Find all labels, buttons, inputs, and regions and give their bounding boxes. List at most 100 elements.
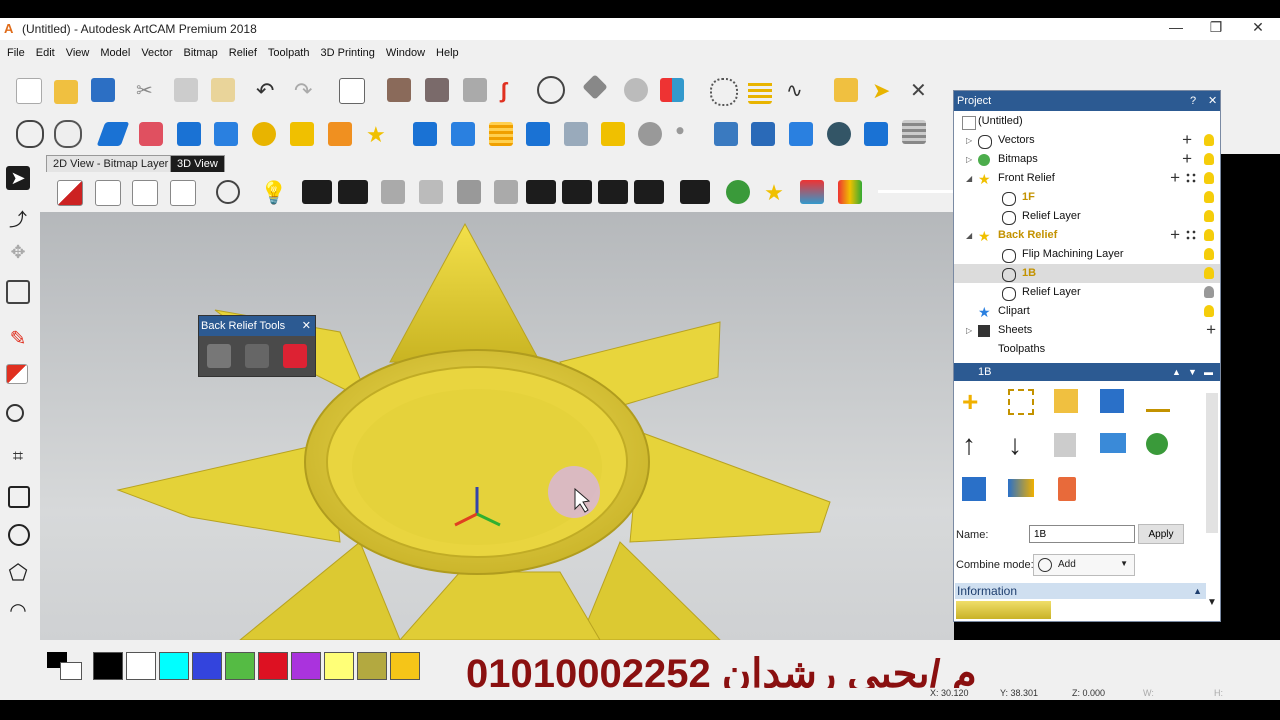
tab-3d-view[interactable]: 3D View (170, 155, 225, 172)
menu-edit[interactable]: Edit (29, 40, 59, 59)
visibility-bulb-icon[interactable] (1204, 210, 1214, 222)
apply-button[interactable]: Apply (1138, 524, 1184, 544)
save-icon[interactable] (91, 78, 115, 102)
menu-window[interactable]: Window (379, 40, 429, 59)
tree-item-toolpaths[interactable]: Toolpaths (954, 340, 1220, 359)
import-folder-icon[interactable] (834, 78, 858, 102)
pencil-icon[interactable]: ✎ (6, 326, 30, 350)
color-swatch[interactable] (324, 652, 354, 680)
paste-icon[interactable] (211, 78, 235, 102)
color-swatch[interactable] (192, 652, 222, 680)
relief-layers-icon[interactable] (751, 122, 775, 146)
select-arrow-icon[interactable]: ➤ (6, 166, 30, 190)
color-swatch[interactable] (357, 652, 387, 680)
color-palette-icon[interactable] (838, 180, 862, 204)
tree-item-bitmaps[interactable]: ▷ Bitmaps + (954, 149, 1220, 169)
arrow-icon[interactable]: ➤ (872, 78, 896, 103)
visibility-bulb-icon[interactable] (1204, 305, 1214, 317)
visibility-bulb-icon[interactable] (1204, 172, 1214, 184)
grid-icon[interactable] (1185, 229, 1197, 241)
relief-shell-icon[interactable] (714, 122, 738, 146)
relief-cylinder-icon[interactable] (638, 122, 662, 146)
star-vector-icon[interactable] (562, 180, 592, 204)
add-icon[interactable]: + (1206, 320, 1216, 339)
tree-item-1f[interactable]: 1F (954, 188, 1220, 207)
menu-relief[interactable]: Relief (222, 40, 261, 59)
layer-panel-scrollbar[interactable] (1206, 393, 1218, 533)
back-relief-tool-2-icon[interactable] (245, 344, 269, 368)
tree-item-flip-machining-layer[interactable]: Flip Machining Layer (954, 245, 1220, 264)
group-icon[interactable] (660, 78, 684, 102)
new-file-icon[interactable] (16, 78, 42, 104)
visibility-bulb-icon[interactable] (1204, 286, 1214, 298)
trim-icon[interactable]: ✕ (910, 78, 934, 102)
color-swatch[interactable] (93, 652, 123, 680)
gold-material-icon[interactable] (680, 180, 710, 204)
load-layer-icon[interactable] (1054, 389, 1078, 413)
color-swatch[interactable] (225, 652, 255, 680)
right-view-icon[interactable] (132, 180, 158, 206)
menu-toolpath[interactable]: Toolpath (261, 40, 314, 59)
zoom-icon[interactable] (16, 120, 44, 148)
visibility-bulb-icon[interactable] (1204, 134, 1214, 146)
layout-icon[interactable] (463, 78, 487, 102)
back-relief-tool-1-icon[interactable] (207, 344, 231, 368)
light-bulb-icon[interactable]: 💡 (260, 180, 287, 205)
color-swatch[interactable] (291, 652, 321, 680)
combine-mode-select[interactable]: Add ▼ (1033, 554, 1135, 576)
relief-fill-icon[interactable] (601, 122, 625, 146)
cap-icon[interactable] (381, 180, 405, 204)
chevron-up-icon[interactable]: ▲ (1193, 583, 1202, 599)
grid-icon[interactable] (6, 280, 30, 304)
add-icon[interactable]: + (1182, 149, 1192, 168)
layer-blue-icon[interactable] (598, 180, 628, 204)
points-icon[interactable] (710, 78, 738, 106)
slider-track[interactable] (878, 190, 955, 193)
tree-item-relief-layer-back[interactable]: Relief Layer (954, 283, 1220, 302)
visibility-bulb-icon[interactable] (1204, 248, 1214, 260)
move-layer-down-icon[interactable]: ↓ (1008, 431, 1036, 459)
collapse-arrow-icon[interactable]: ◢ (966, 226, 972, 245)
panel-collapse-icon[interactable]: ▬ (1204, 363, 1213, 381)
relief-blend-icon[interactable] (564, 122, 588, 146)
visibility-bulb-icon[interactable] (1204, 153, 1214, 165)
menu-bitmap[interactable]: Bitmap (177, 40, 222, 59)
close-button[interactable]: ✕ (1238, 19, 1278, 39)
baseline-layer-icon[interactable] (1146, 389, 1170, 412)
draw-relief-icon[interactable] (302, 180, 332, 204)
transform-icon[interactable]: ✥ (6, 242, 30, 266)
extrude-icon[interactable] (139, 122, 163, 146)
drop-icon[interactable]: ⦁ (676, 122, 700, 146)
delete-layer-icon[interactable] (1058, 477, 1076, 501)
expand-arrow-icon[interactable]: ▷ (966, 131, 972, 150)
information-section-header[interactable]: Information ▲ (955, 583, 1206, 599)
expand-arrow-icon[interactable]: ▷ (966, 321, 972, 340)
3d-viewport[interactable] (40, 212, 954, 640)
polyline-icon[interactable]: ∿ (786, 78, 810, 102)
relief-up-icon[interactable] (526, 122, 550, 146)
tree-item-relief-layer-front[interactable]: Relief Layer (954, 207, 1220, 226)
tree-item-sheets[interactable]: ▷ Sheets + (954, 320, 1220, 340)
axis-icon[interactable] (338, 180, 368, 204)
offset-relief-icon[interactable] (413, 122, 437, 146)
add-icon[interactable]: + (1170, 225, 1180, 244)
texture-icon[interactable] (252, 122, 276, 146)
select-layer-icon[interactable] (1008, 389, 1034, 415)
relief-flat-icon[interactable] (864, 122, 888, 146)
rectangle-tool-icon[interactable] (8, 486, 30, 508)
expand-arrow-icon[interactable]: ▷ (966, 150, 972, 169)
menu-model[interactable]: Model (93, 40, 134, 59)
color-swatch[interactable] (258, 652, 288, 680)
tree-item-vectors[interactable]: ▷ Vectors + (954, 130, 1220, 150)
front-view-icon[interactable] (95, 180, 121, 206)
move-layer-up-icon[interactable]: ↑ (962, 431, 990, 459)
split-view-icon[interactable] (425, 78, 449, 102)
visibility-bulb-icon[interactable] (1204, 229, 1214, 241)
back-relief-tools-close-button[interactable]: ✕ (302, 316, 311, 336)
multicolor-pyramid-icon[interactable] (800, 180, 824, 204)
merge-down-layer-icon[interactable] (1100, 433, 1126, 453)
scroll-down-icon[interactable]: ▼ (1207, 597, 1217, 608)
color-swatch[interactable] (159, 652, 189, 680)
node-select-icon[interactable]: ⤴ (6, 206, 30, 230)
spin-icon[interactable] (177, 122, 201, 146)
